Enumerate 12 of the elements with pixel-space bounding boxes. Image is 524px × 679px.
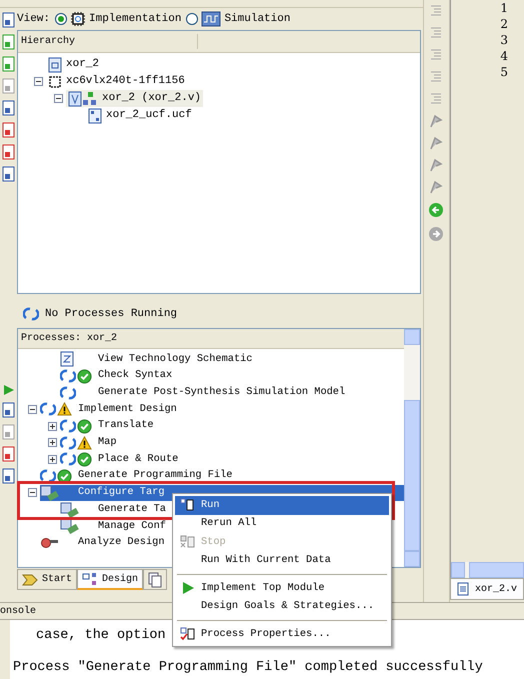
view-label: View:	[17, 12, 50, 27]
console-line: Process "Generate Programming File" completed successfully	[13, 660, 483, 675]
line-number: 4	[500, 48, 508, 64]
line-number: 1	[500, 0, 508, 16]
process-status: No Processes Running	[45, 306, 178, 322]
console-title: onsole	[0, 604, 36, 618]
column-header: Hierarchy	[18, 34, 198, 49]
line-number: 3	[500, 32, 508, 48]
line-number: 5	[500, 64, 508, 80]
line-number: 2	[500, 16, 508, 32]
console-line: case, the option	[36, 628, 166, 643]
panel-title: Processes: xor_2	[20, 332, 118, 346]
